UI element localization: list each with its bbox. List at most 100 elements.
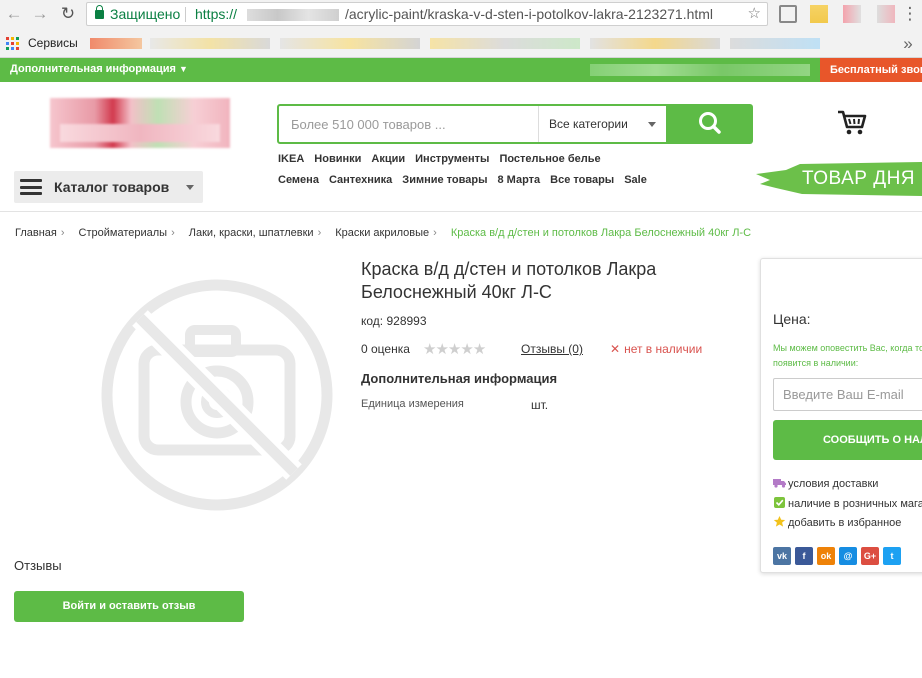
reviews-link[interactable]: Отзывы (0) — [521, 342, 583, 356]
bookmark-services[interactable]: Сервисы — [28, 36, 78, 50]
breadcrumb-item[interactable]: Лаки, краски, шпатлевки — [189, 227, 314, 239]
bookmark-redacted[interactable] — [150, 38, 270, 49]
search-input[interactable] — [279, 106, 537, 142]
email-field[interactable] — [773, 378, 922, 411]
hamburger-icon — [20, 179, 42, 195]
star-icon[interactable]: ★ — [473, 341, 486, 358]
breadcrumb-item[interactable]: Стройматериалы — [79, 227, 168, 239]
delivery-terms-link[interactable]: условия доставки — [773, 477, 878, 490]
catalog-label: Каталог товаров — [54, 179, 170, 195]
additional-info-dropdown[interactable]: Дополнительная информация ▼ — [10, 63, 188, 75]
additional-info-label: Дополнительная информация — [10, 63, 176, 75]
no-photo-icon — [101, 279, 333, 511]
notify-description: Мы можем оповестить Вас, когда товар поя… — [773, 343, 922, 368]
quicklink[interactable]: 8 Марта — [497, 174, 540, 186]
checkmark-icon — [774, 497, 785, 508]
perk-label: добавить в избранное — [788, 517, 902, 529]
chevron-down-icon — [186, 185, 194, 190]
truck-icon — [773, 479, 786, 488]
extension-icon[interactable] — [877, 5, 895, 23]
bookmark-redacted[interactable] — [430, 38, 580, 49]
bookmark-redacted[interactable] — [730, 38, 820, 49]
url-protocol: https:// — [195, 6, 238, 22]
address-bar[interactable]: Защищено https:// /acrylic-paint/kraska-… — [86, 2, 768, 26]
quicklink[interactable]: Постельное белье — [499, 153, 600, 165]
quicklink[interactable]: Семена — [278, 174, 319, 186]
phone-number-redacted — [590, 64, 810, 76]
site-topbar: Дополнительная информация ▼ Бесплатный з… — [0, 58, 922, 82]
forward-arrow-icon[interactable]: → — [30, 4, 50, 24]
search-category-label: Все категории — [549, 117, 628, 131]
bookmark-redacted[interactable] — [280, 38, 420, 49]
breadcrumb-item[interactable]: Главная — [15, 227, 57, 239]
star-icon — [773, 516, 786, 527]
store-availability-link[interactable]: наличие в розничных магазинах — [773, 497, 922, 510]
purchase-panel: Цена: Мы можем оповестить Вас, когда тов… — [760, 258, 922, 573]
quicklink[interactable]: IKEA — [278, 153, 304, 165]
social-share: vk f ok @ G+ t — [773, 546, 905, 565]
product-code: код: 928993 — [361, 314, 427, 328]
add-to-favorites-link[interactable]: добавить в избранное — [773, 516, 901, 529]
url-domain-redacted — [247, 9, 339, 21]
rating-stars[interactable]: ★★★★★ — [423, 340, 486, 358]
browser-chrome: ← → ↻ Защищено https:// /acrylic-paint/k… — [0, 0, 922, 58]
quicklink[interactable]: Акции — [371, 153, 405, 165]
login-and-review-button[interactable]: Войти и оставить отзыв — [14, 591, 244, 622]
star-icon[interactable]: ★ — [423, 341, 436, 358]
search-bar: Все категории — [277, 104, 753, 144]
odnoklassniki-icon[interactable]: ok — [817, 547, 835, 565]
google-plus-icon[interactable]: G+ — [861, 547, 879, 565]
quicklink[interactable]: Зимние товары — [402, 174, 487, 186]
cross-icon: ✕ — [610, 342, 621, 356]
extension-icon[interactable] — [843, 5, 861, 23]
site-logo[interactable] — [50, 98, 230, 148]
extension-icon[interactable] — [779, 5, 797, 23]
breadcrumb-item[interactable]: Краски акриловые — [335, 227, 429, 239]
lock-icon — [95, 5, 104, 19]
quicklink[interactable]: Все товары — [550, 174, 614, 186]
bookmark-star-icon[interactable]: ☆ — [748, 3, 761, 25]
url-path: /acrylic-paint/kraska-v-d-sten-i-potolko… — [345, 6, 714, 22]
stock-status: ✕ нет в наличии — [610, 342, 702, 356]
quicklinks-row-1: IKEA Новинки Акции Инструменты Постельное бе… — [278, 153, 611, 165]
bookmark-redacted[interactable] — [590, 38, 720, 49]
mailru-icon[interactable]: @ — [839, 547, 857, 565]
twitter-icon[interactable]: t — [883, 547, 901, 565]
reviews-heading: Отзывы — [14, 558, 62, 573]
bookmarks-overflow-icon[interactable]: » — [898, 34, 918, 54]
quicklink[interactable]: Sale — [624, 174, 647, 186]
chevron-right-icon: › — [317, 227, 322, 239]
reload-icon[interactable]: ↻ — [58, 4, 78, 24]
security-label: Защищено — [110, 6, 181, 22]
quicklink[interactable]: Сантехника — [329, 174, 392, 186]
security-indicator[interactable]: Защищено — [95, 3, 180, 25]
product-title: Краска в/д д/стен и потолков Лакра Белос… — [361, 259, 657, 302]
facebook-icon[interactable]: f — [795, 547, 813, 565]
perk-label: условия доставки — [788, 478, 879, 490]
breadcrumb: Главная › Стройматериалы › Лаки, краски, шпа… — [15, 227, 751, 239]
chevron-right-icon: › — [171, 227, 175, 239]
back-arrow-icon[interactable]: ← — [4, 4, 24, 24]
browser-menu-icon[interactable]: ⋮ — [900, 4, 920, 24]
search-button[interactable] — [666, 104, 753, 144]
bookmark-redacted[interactable] — [90, 38, 142, 49]
star-icon[interactable]: ★ — [435, 341, 448, 358]
apps-grid-icon[interactable] — [6, 37, 19, 50]
additional-info-heading: Дополнительная информация — [361, 371, 558, 386]
vk-icon[interactable]: vk — [773, 547, 791, 565]
cart-icon[interactable] — [836, 108, 868, 136]
deal-of-day-label: ТОВАР ДНЯ — [802, 168, 916, 189]
quicklink[interactable]: Инструменты — [415, 153, 489, 165]
quicklink[interactable]: Новинки — [314, 153, 361, 165]
search-category-select[interactable]: Все категории — [538, 106, 666, 142]
rating-text: 0 оценка — [361, 342, 410, 356]
unit-value: шт. — [531, 398, 549, 412]
star-icon[interactable]: ★ — [448, 341, 461, 358]
chevron-down-icon: ▼ — [178, 64, 188, 74]
catalog-menu-button[interactable]: Каталог товаров — [14, 171, 203, 203]
notify-availability-button[interactable]: СООБЩИТЬ О НАЛИЧИИ — [773, 420, 922, 460]
free-callback-button[interactable]: Бесплатный звонок — [820, 58, 922, 82]
chevron-right-icon: › — [60, 227, 65, 239]
star-icon[interactable]: ★ — [460, 341, 473, 358]
extension-icon[interactable] — [810, 5, 828, 23]
